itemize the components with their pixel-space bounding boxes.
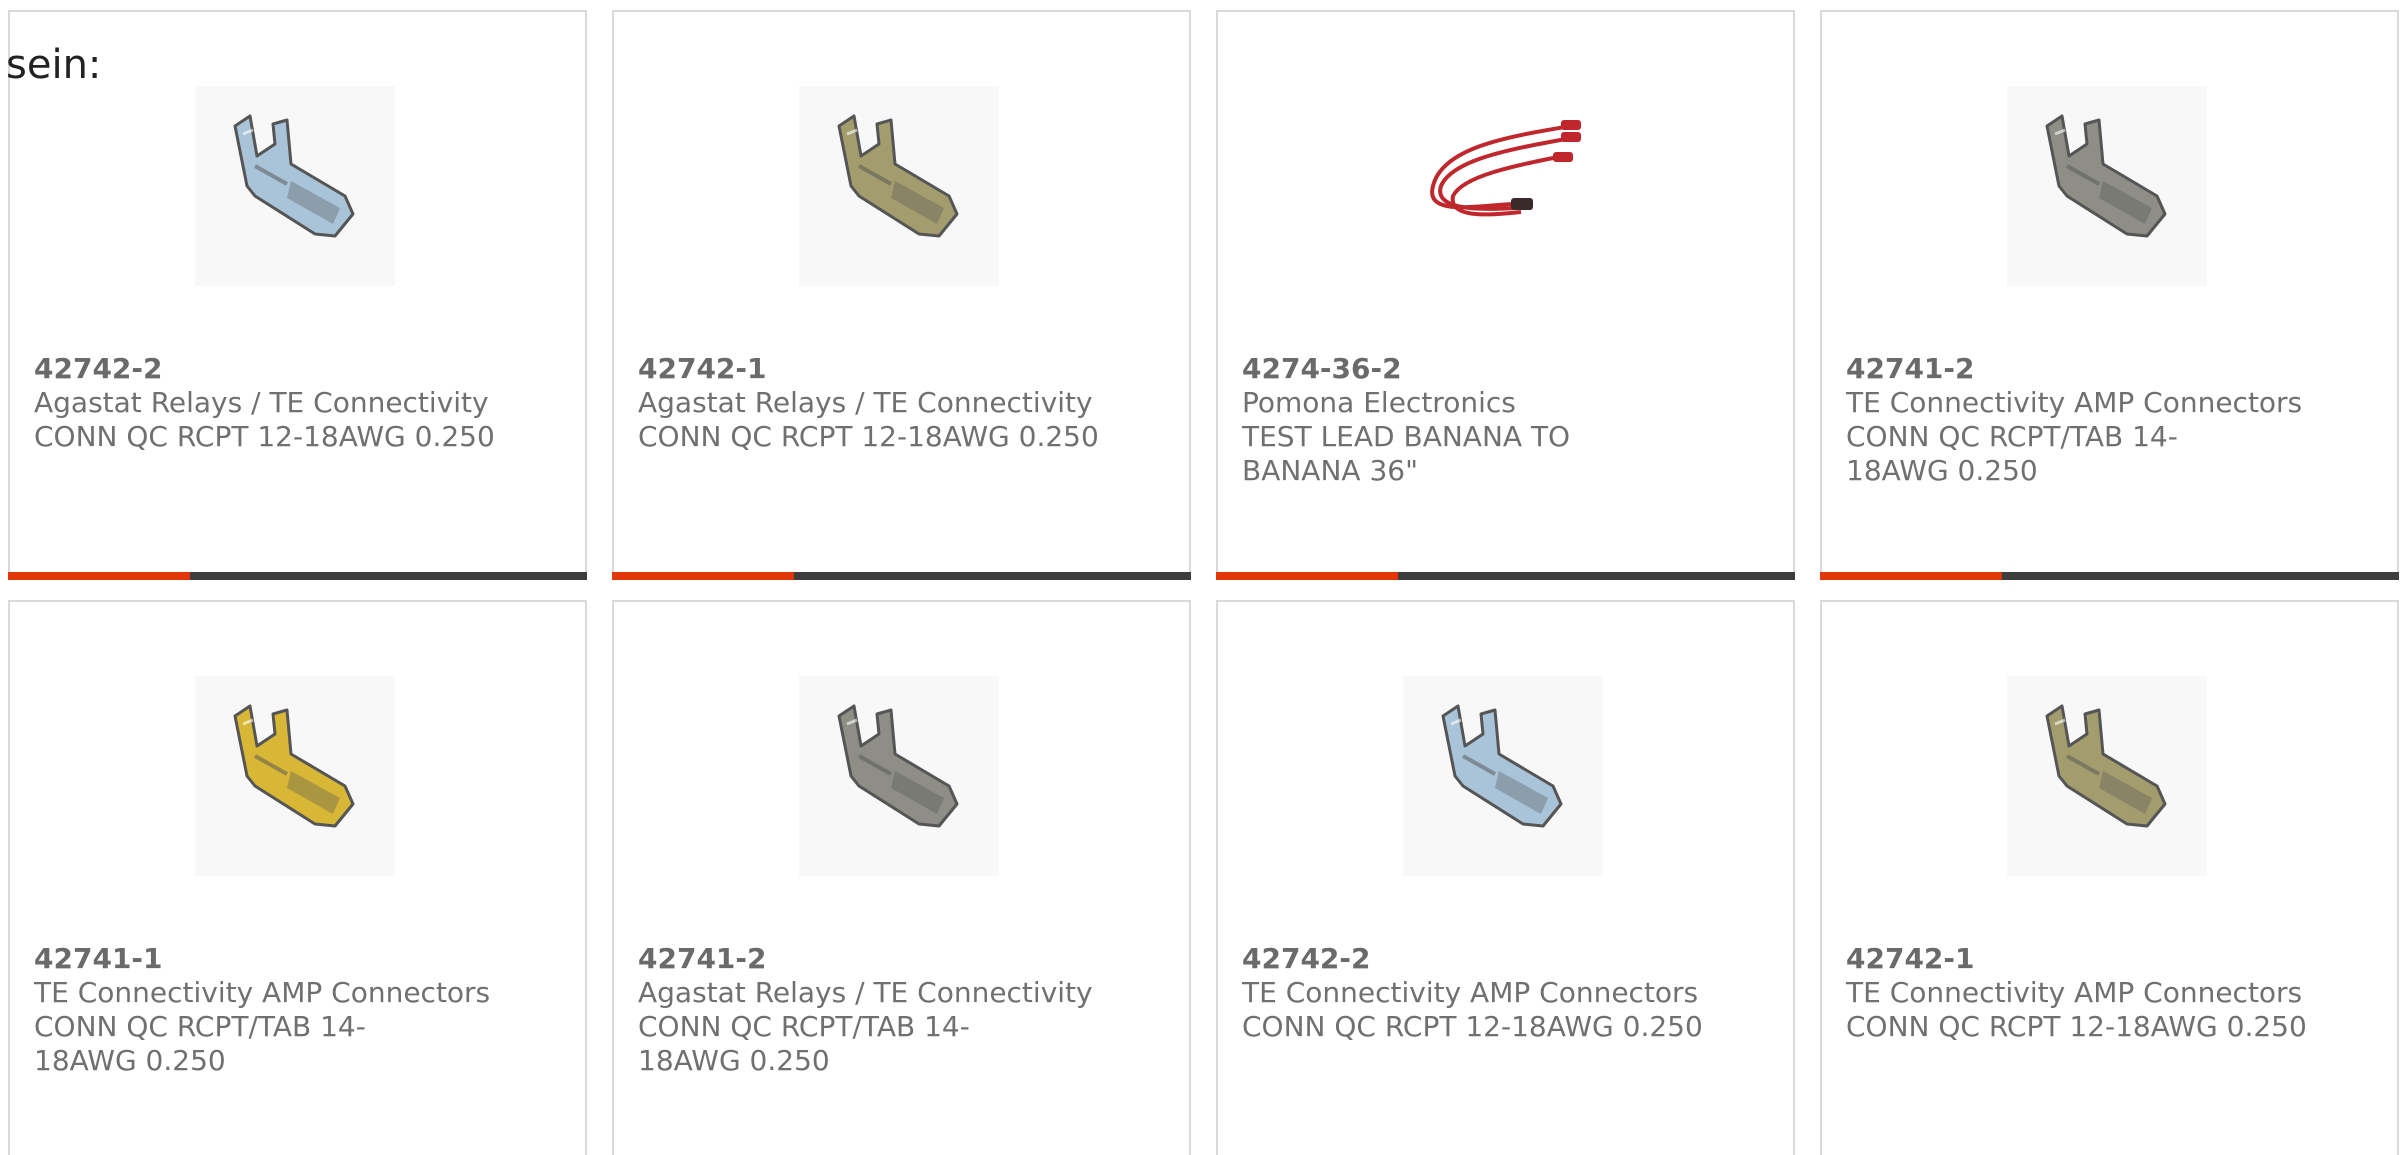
product-info: 42741-2 TE Connectivity AMP Connectors C…	[1846, 352, 2326, 488]
connector-brass-icon[interactable]	[2007, 676, 2207, 876]
product-card[interactable]: 4274-36-2 Pomona Electronics TEST LEAD B…	[1216, 10, 1795, 580]
connector-silver-icon-graphic	[1403, 676, 1603, 876]
manufacturer: TE Connectivity AMP Connectors	[34, 976, 491, 1009]
product-info: 42741-1 TE Connectivity AMP Connectors C…	[34, 942, 514, 1078]
test-lead-icon[interactable]	[1403, 86, 1603, 286]
card-bar-accent	[1820, 572, 2003, 580]
card-bar-accent	[8, 572, 191, 580]
manufacturer: TE Connectivity AMP Connectors	[1846, 386, 2303, 419]
card-bar-accent	[1216, 572, 1399, 580]
connector-brass-icon-graphic	[2007, 676, 2207, 876]
description: CONN QC RCPT 12-18AWG 0.250	[638, 420, 1099, 453]
description: CONN QC RCPT 12-18AWG 0.250	[1242, 1010, 1703, 1043]
connector-gold-icon-graphic	[195, 676, 395, 876]
product-card[interactable]: 42742-2 TE Connectivity AMP Connectors C…	[1216, 600, 1795, 1155]
description: CONN QC RCPT 12-18AWG 0.250	[1846, 1010, 2307, 1043]
manufacturer: Pomona Electronics	[1242, 386, 1516, 419]
part-number[interactable]: 42741-2	[638, 942, 1118, 976]
product-info: 4274-36-2 Pomona Electronics TEST LEAD B…	[1242, 352, 1722, 488]
product-info: 42742-2 TE Connectivity AMP Connectors C…	[1242, 942, 1722, 1044]
product-info: 42742-2 Agastat Relays / TE Connectivity…	[34, 352, 514, 454]
connector-steel-icon-graphic	[2007, 86, 2207, 286]
part-number[interactable]: 4274-36-2	[1242, 352, 1722, 386]
part-number[interactable]: 42741-2	[1846, 352, 2326, 386]
intro-text: sein:	[6, 42, 102, 88]
card-bottom-bar	[8, 572, 587, 580]
part-number[interactable]: 42742-1	[638, 352, 1118, 386]
connector-steel-icon[interactable]	[2007, 86, 2207, 286]
manufacturer: Agastat Relays / TE Connectivity	[34, 386, 489, 419]
description: TEST LEAD BANANA TO BANANA 36"	[1242, 420, 1571, 487]
product-card[interactable]: 42742-2 Agastat Relays / TE Connectivity…	[8, 10, 587, 580]
part-number[interactable]: 42741-1	[34, 942, 514, 976]
card-bar-accent	[612, 572, 795, 580]
product-card[interactable]: 42741-2 TE Connectivity AMP Connectors C…	[1820, 10, 2399, 580]
description: CONN QC RCPT/TAB 14-18AWG 0.250	[34, 1010, 366, 1077]
page: sein: 42742-2 Agastat Relays / TE Connec…	[0, 0, 2400, 1155]
product-card[interactable]: 42742-1 Agastat Relays / TE Connectivity…	[612, 10, 1191, 580]
manufacturer: TE Connectivity AMP Connectors	[1242, 976, 1699, 1009]
card-bottom-bar	[612, 572, 1191, 580]
product-info: 42742-1 TE Connectivity AMP Connectors C…	[1846, 942, 2326, 1044]
connector-steel-icon[interactable]	[799, 676, 999, 876]
manufacturer: TE Connectivity AMP Connectors	[1846, 976, 2303, 1009]
description: CONN QC RCPT/TAB 14-18AWG 0.250	[1846, 420, 2178, 487]
test-lead-icon-graphic	[1403, 86, 1603, 286]
part-number[interactable]: 42742-1	[1846, 942, 2326, 976]
connector-silver-icon[interactable]	[1403, 676, 1603, 876]
product-card[interactable]: 42741-1 TE Connectivity AMP Connectors C…	[8, 600, 587, 1155]
product-info: 42741-2 Agastat Relays / TE Connectivity…	[638, 942, 1118, 1078]
part-number[interactable]: 42742-2	[1242, 942, 1722, 976]
connector-silver-icon[interactable]	[195, 86, 395, 286]
manufacturer: Agastat Relays / TE Connectivity	[638, 976, 1093, 1009]
connector-brass-icon[interactable]	[799, 86, 999, 286]
connector-brass-icon-graphic	[799, 86, 999, 286]
connector-gold-icon[interactable]	[195, 676, 395, 876]
product-grid: 42742-2 Agastat Relays / TE Connectivity…	[8, 10, 2400, 1155]
connector-silver-icon-graphic	[195, 86, 395, 286]
card-bottom-bar	[1216, 572, 1795, 580]
description: CONN QC RCPT/TAB 14-18AWG 0.250	[638, 1010, 970, 1077]
product-card[interactable]: 42741-2 Agastat Relays / TE Connectivity…	[612, 600, 1191, 1155]
product-info: 42742-1 Agastat Relays / TE Connectivity…	[638, 352, 1118, 454]
part-number[interactable]: 42742-2	[34, 352, 514, 386]
manufacturer: Agastat Relays / TE Connectivity	[638, 386, 1093, 419]
connector-steel-icon-graphic	[799, 676, 999, 876]
product-card[interactable]: 42742-1 TE Connectivity AMP Connectors C…	[1820, 600, 2399, 1155]
card-bottom-bar	[1820, 572, 2399, 580]
description: CONN QC RCPT 12-18AWG 0.250	[34, 420, 495, 453]
